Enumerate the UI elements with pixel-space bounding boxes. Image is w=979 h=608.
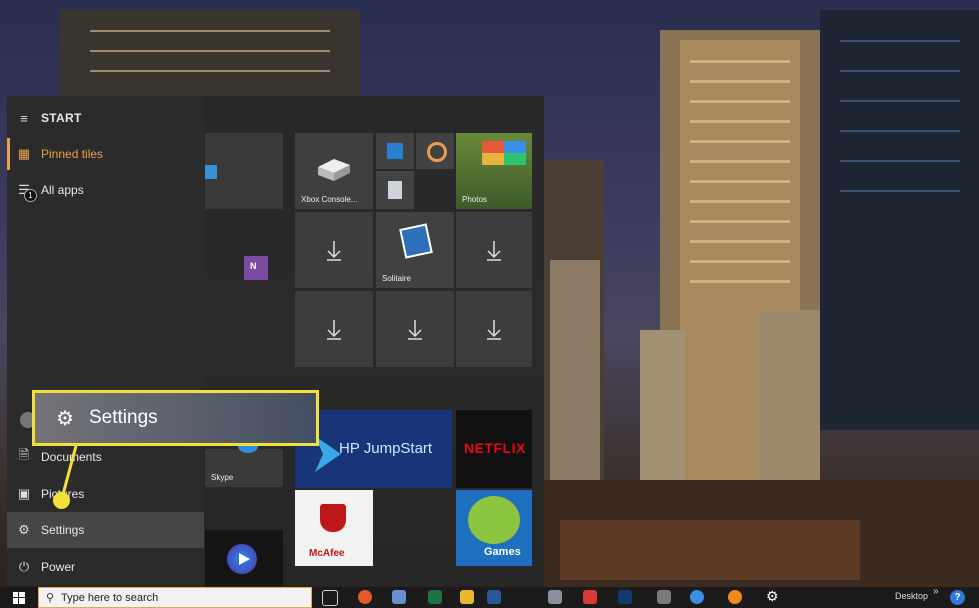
mcafee-tile[interactable]: McAfee [295,490,373,566]
start-header[interactable]: ≡ START [7,100,204,136]
chrome-icon[interactable] [728,590,742,604]
taskbar-app-icon[interactable] [583,590,597,604]
skype-tile-label: Skype [211,473,234,482]
search-icon: ⚲ [45,592,55,604]
download-tile[interactable] [295,291,373,367]
onenote-icon: N [250,261,257,271]
start-title: START [41,111,82,125]
xbox-console-tile[interactable]: Xbox Console... [295,133,373,209]
mcafee-label: McAfee [309,548,345,559]
nav-settings-label: Settings [41,523,85,537]
excel-icon[interactable] [428,590,442,604]
play-icon [239,553,250,565]
taskbar-app-icon[interactable] [392,590,406,604]
nav-pinned-tiles-label: Pinned tiles [41,147,104,161]
groove-tile[interactable] [416,133,454,169]
netflix-tile[interactable]: NETFLIX [456,410,532,488]
xbox-console-icon [318,159,350,181]
chevron-right-icon[interactable]: » [933,586,939,597]
tiles-icon: ▦ [17,146,31,161]
groove-music-icon [427,142,447,162]
photos-tile-label: Photos [462,195,487,204]
nav-pictures[interactable]: ▣ Pictures [7,476,204,512]
solitaire-tile[interactable]: Solitaire [376,212,454,288]
netflix-logo: NETFLIX [464,440,526,456]
games-tile[interactable]: Games [456,490,532,566]
settings-callout: ⚙ Settings [32,390,319,446]
gear-icon[interactable]: ⚙ [766,588,779,605]
mcafee-shield-icon [320,504,346,532]
download-arrow-icon [295,291,373,367]
download-tile[interactable] [376,291,454,367]
download-tile[interactable] [295,212,373,288]
download-tile[interactable] [456,291,532,367]
search-placeholder: Type here to search [61,591,159,604]
solitaire-tile-label: Solitaire [382,274,411,283]
gear-icon: ⚙ [18,522,30,537]
games-logo-icon [468,496,520,544]
word-icon[interactable] [487,590,501,604]
skype-tile[interactable]: Skype [205,449,283,487]
task-view-icon[interactable] [322,590,338,606]
notification-badge: 1 [24,189,37,202]
nav-settings[interactable]: ⚙ Settings [7,512,204,548]
download-arrow-icon [376,291,454,367]
pictures-icon: ▣ [17,486,31,501]
nav-pinned-tiles[interactable]: ▦ Pinned tiles [7,136,204,172]
document-icon: 🗎 [18,447,30,462]
app-icon [205,165,217,179]
calculator-tile[interactable] [376,171,414,209]
taskbar-app-icon[interactable] [358,590,372,604]
photos-tile[interactable]: Photos [456,133,532,209]
solitaire-cards-icon [399,223,433,259]
callout-settings-label: Settings [89,407,158,428]
nav-all-apps-label: All apps [41,183,84,197]
download-arrow-icon [295,212,373,288]
taskbar-app-icon[interactable] [690,590,704,604]
movies-icon [387,143,403,159]
app-tile-1[interactable] [205,133,283,209]
download-arrow-icon [456,212,532,288]
taskbar-search-box[interactable]: ⚲ Type here to search [38,587,312,608]
photos-collage [482,141,526,189]
nav-power[interactable]: ⏻ Power [7,549,204,585]
onenote-tile[interactable]: N [244,256,268,280]
hamburger-menu-icon[interactable]: ≡ [7,111,41,126]
download-tile[interactable] [456,212,532,288]
nav-all-apps[interactable]: ☰ All apps [7,172,204,208]
windows-start-button[interactable] [0,587,38,608]
desktop-toolbar-label[interactable]: Desktop [895,591,928,601]
photoshop-icon[interactable] [618,590,632,604]
file-explorer-icon[interactable] [460,590,474,604]
hp-jumpstart-label: HP JumpStart [339,440,433,457]
callout-pointer-dot [53,492,70,509]
taskbar-app-icon[interactable] [657,590,671,604]
xbox-tile-label: Xbox Console... [301,195,358,204]
games-label: Games [484,546,521,558]
nav-power-label: Power [41,560,76,574]
power-icon: ⏻ [18,559,30,574]
windows-logo-icon [13,591,25,604]
calculator-icon [388,181,402,199]
download-arrow-icon [456,291,532,367]
gear-icon: ⚙ [56,407,74,430]
help-icon[interactable]: ? [950,590,965,605]
movies-tile[interactable] [376,133,414,169]
media-player-tile[interactable] [205,530,283,586]
taskbar-app-icon[interactable] [548,590,562,604]
